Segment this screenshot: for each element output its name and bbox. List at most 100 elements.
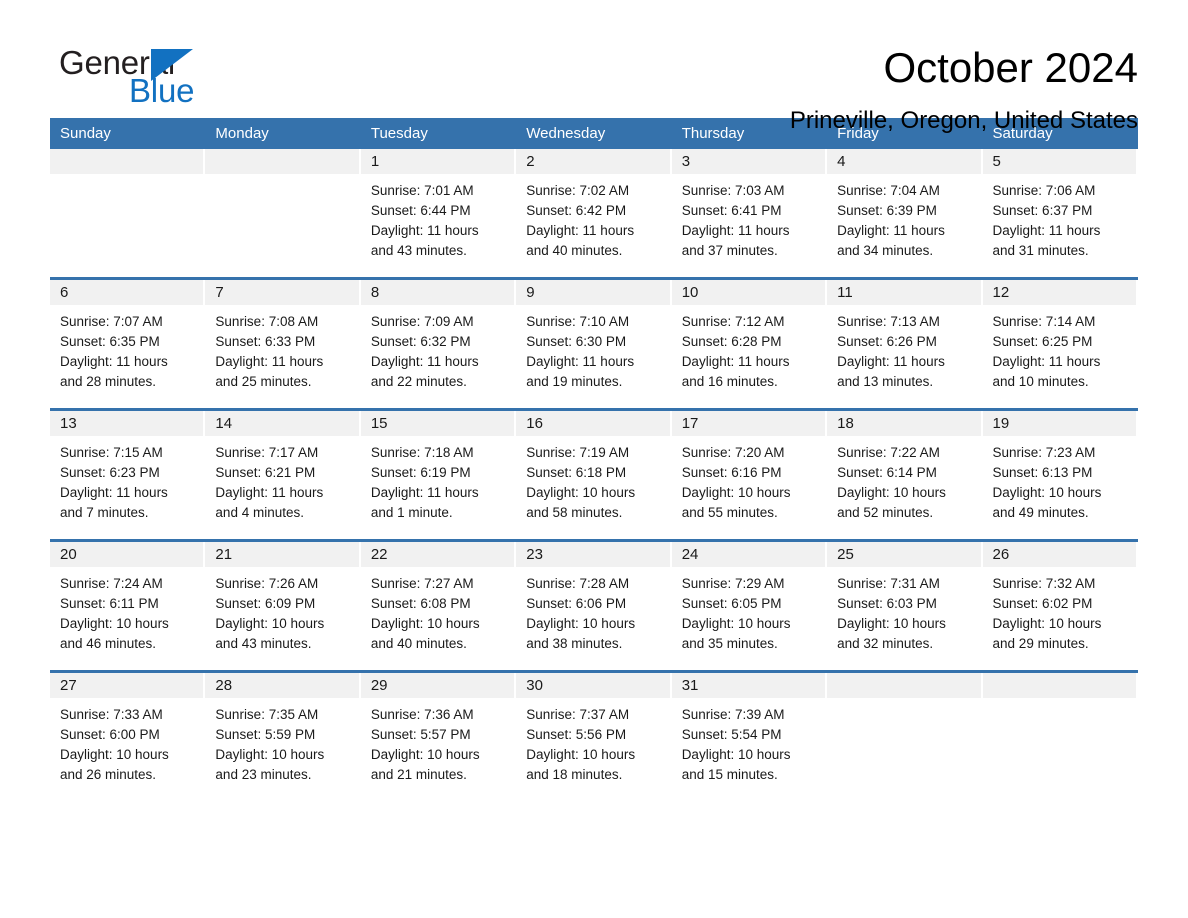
calendar-day-cell[interactable]: 11 Sunrise: 7:13 AM Sunset: 6:26 PM Dayligh…	[827, 280, 982, 408]
calendar-day-cell[interactable]: 5 Sunrise: 7:06 AM Sunset: 6:37 PM Daylight…	[982, 149, 1138, 277]
calendar-day-cell[interactable]: 29 Sunrise: 7:36 AM Sunset: 5:57 PM Dayligh…	[360, 673, 516, 801]
day-number: 2	[526, 153, 535, 170]
day-details: Sunrise: 7:08 AM Sunset: 6:33 PM Daylight:…	[205, 305, 360, 408]
day-number-band	[827, 673, 981, 698]
sunrise-text: Sunrise: 7:31 AM	[837, 576, 940, 591]
weekday-header-row: Sunday Monday Tuesday Wednesday Thursday Frid…	[50, 118, 1138, 149]
sunset-text: Sunset: 6:06 PM	[526, 596, 627, 611]
sunset-text: Sunset: 6:05 PM	[681, 596, 782, 611]
daylight-text: Daylight: 11 hours	[992, 223, 1101, 238]
sunset-text: Sunset: 5:54 PM	[681, 727, 782, 742]
daylight-text-cont: and 18 minutes.	[526, 767, 623, 782]
day-number-band: 1	[360, 149, 515, 174]
calendar-day-cell[interactable]: 18 Sunrise: 7:22 AM Sunset: 6:14 PM Dayligh…	[827, 411, 982, 539]
weekday-header-wednesday: Wednesday	[526, 125, 606, 142]
day-number: 12	[992, 284, 1010, 301]
calendar-day-cell[interactable]: 8 Sunrise: 7:09 AM Sunset: 6:32 PM Daylight…	[360, 280, 516, 408]
day-number-band: 13	[50, 411, 204, 436]
day-number: 5	[992, 153, 1001, 170]
daylight-text-cont: and 23 minutes.	[215, 767, 312, 782]
calendar-day-cell[interactable]: 25 Sunrise: 7:31 AM Sunset: 6:03 PM Dayligh…	[827, 542, 982, 670]
calendar-day-cell[interactable]: 21 Sunrise: 7:26 AM Sunset: 6:09 PM Dayligh…	[205, 542, 360, 670]
day-number: 31	[681, 677, 699, 694]
day-details: Sunrise: 7:31 AM Sunset: 6:03 PM Daylight:…	[827, 567, 982, 670]
calendar-day-cell[interactable]: 19 Sunrise: 7:23 AM Sunset: 6:13 PM Dayligh…	[982, 411, 1138, 539]
calendar-day-cell[interactable]: 1 Sunrise: 7:01 AM Sunset: 6:44 PM Daylight…	[360, 149, 516, 277]
daylight-text-cont: and 25 minutes.	[215, 374, 312, 389]
sunrise-text: Sunrise: 7:23 AM	[992, 445, 1096, 460]
calendar-day-cell[interactable]: 14 Sunrise: 7:17 AM Sunset: 6:21 PM Dayligh…	[205, 411, 360, 539]
calendar-day-cell[interactable]: 17 Sunrise: 7:20 AM Sunset: 6:16 PM Dayligh…	[671, 411, 827, 539]
calendar-day-cell[interactable]: 20 Sunrise: 7:24 AM Sunset: 6:11 PM Dayligh…	[50, 542, 205, 670]
calendar-day-cell[interactable]: 27 Sunrise: 7:33 AM Sunset: 6:00 PM Dayligh…	[50, 673, 205, 801]
calendar-day-cell[interactable]: 26 Sunrise: 7:32 AM Sunset: 6:02 PM Dayligh…	[982, 542, 1138, 670]
day-number-band: 23	[516, 542, 670, 567]
calendar-day-cell[interactable]: 3 Sunrise: 7:03 AM Sunset: 6:41 PM Daylight…	[671, 149, 827, 277]
day-number: 15	[370, 415, 388, 432]
daylight-text-cont: and 43 minutes.	[215, 636, 312, 651]
sunset-text: Sunset: 6:08 PM	[370, 596, 471, 611]
calendar-day-cell[interactable]: 31 Sunrise: 7:39 AM Sunset: 5:54 PM Dayligh…	[671, 673, 827, 801]
daylight-text-cont: and 13 minutes.	[837, 374, 934, 389]
calendar-day-cell[interactable]: 13 Sunrise: 7:15 AM Sunset: 6:23 PM Dayligh…	[50, 411, 205, 539]
day-number-band: 26	[982, 542, 1136, 567]
sunset-text: Sunset: 6:21 PM	[215, 465, 316, 480]
week-cells: 27 Sunrise: 7:33 AM Sunset: 6:00 PM Dayligh…	[50, 673, 1138, 801]
daylight-text-cont: and 55 minutes.	[681, 505, 778, 520]
sunrise-text: Sunrise: 7:32 AM	[992, 576, 1096, 591]
day-number-band: 29	[360, 673, 515, 698]
calendar-day-cell[interactable]: 28 Sunrise: 7:35 AM Sunset: 5:59 PM Dayligh…	[205, 673, 360, 801]
day-number: 10	[681, 284, 699, 301]
day-number: 22	[370, 546, 388, 563]
calendar-day-cell[interactable]: 4 Sunrise: 7:04 AM Sunset: 6:39 PM Daylight…	[827, 149, 982, 277]
daylight-text-cont: and 26 minutes.	[60, 767, 157, 782]
calendar-day-cell[interactable]: 9 Sunrise: 7:10 AM Sunset: 6:30 PM Daylight…	[516, 280, 671, 408]
day-number: 25	[837, 546, 854, 563]
calendar-cell-empty	[205, 149, 360, 277]
day-number-band: 21	[205, 542, 359, 567]
day-number: 19	[992, 415, 1010, 432]
daylight-text-cont: and 22 minutes.	[370, 374, 467, 389]
daylight-text-cont: and 4 minutes.	[215, 505, 304, 520]
daylight-text-cont: and 21 minutes.	[370, 767, 467, 782]
day-number: 18	[837, 415, 854, 432]
sunset-text: Sunset: 6:19 PM	[370, 465, 471, 480]
calendar-day-cell[interactable]: 16 Sunrise: 7:19 AM Sunset: 6:18 PM Dayligh…	[516, 411, 671, 539]
day-number: 8	[370, 284, 380, 301]
day-details: Sunrise: 7:35 AM Sunset: 5:59 PM Daylight:…	[205, 698, 360, 801]
calendar-day-cell[interactable]: 23 Sunrise: 7:28 AM Sunset: 6:06 PM Dayligh…	[516, 542, 671, 670]
calendar-day-cell[interactable]: 30 Sunrise: 7:37 AM Sunset: 5:56 PM Dayligh…	[516, 673, 671, 801]
calendar-day-cell[interactable]: 15 Sunrise: 7:18 AM Sunset: 6:19 PM Dayligh…	[360, 411, 516, 539]
calendar-day-cell[interactable]: 22 Sunrise: 7:27 AM Sunset: 6:08 PM Dayligh…	[360, 542, 516, 670]
daylight-text-cont: and 46 minutes.	[60, 636, 157, 651]
daylight-text: Daylight: 10 hours	[837, 616, 946, 631]
day-details	[50, 174, 205, 269]
day-details: Sunrise: 7:04 AM Sunset: 6:39 PM Daylight:…	[827, 174, 982, 277]
day-number-band: 28	[205, 673, 359, 698]
calendar-week-row: 1 Sunrise: 7:01 AM Sunset: 6:44 PM Daylight…	[50, 149, 1138, 277]
generalblue-logo[interactable]: General Blue	[50, 44, 200, 108]
day-number: 7	[215, 284, 224, 301]
day-number: 27	[60, 677, 77, 694]
calendar-day-cell[interactable]: 7 Sunrise: 7:08 AM Sunset: 6:33 PM Daylight…	[205, 280, 360, 408]
day-details: Sunrise: 7:01 AM Sunset: 6:44 PM Daylight:…	[361, 174, 516, 277]
sunrise-text: Sunrise: 7:09 AM	[370, 314, 474, 329]
weekday-header-saturday: Saturday	[992, 125, 1053, 142]
calendar-day-cell[interactable]: 12 Sunrise: 7:14 AM Sunset: 6:25 PM Dayligh…	[982, 280, 1138, 408]
sunset-text: Sunset: 6:09 PM	[215, 596, 316, 611]
calendar-day-cell[interactable]: 2 Sunrise: 7:02 AM Sunset: 6:42 PM Daylight…	[516, 149, 671, 277]
sunset-text: Sunset: 5:56 PM	[526, 727, 627, 742]
sunset-text: Sunset: 6:37 PM	[992, 203, 1093, 218]
page-header: General Blue October 2024 Prineville, Or…	[50, 0, 1138, 134]
calendar-week-row: 20 Sunrise: 7:24 AM Sunset: 6:11 PM Dayligh…	[50, 539, 1138, 670]
day-number-band: 20	[50, 542, 204, 567]
sunset-text: Sunset: 6:03 PM	[837, 596, 937, 611]
day-number: 3	[681, 153, 691, 170]
calendar-day-cell[interactable]: 24 Sunrise: 7:29 AM Sunset: 6:05 PM Dayligh…	[671, 542, 827, 670]
weekday-header-sunday: Sunday	[60, 125, 111, 142]
calendar-day-cell[interactable]: 6 Sunrise: 7:07 AM Sunset: 6:35 PM Daylight…	[50, 280, 205, 408]
day-number-band: 12	[982, 280, 1136, 305]
calendar-day-cell[interactable]: 10 Sunrise: 7:12 AM Sunset: 6:28 PM Dayligh…	[671, 280, 827, 408]
calendar-week-row: 6 Sunrise: 7:07 AM Sunset: 6:35 PM Daylight…	[50, 277, 1138, 408]
day-details: Sunrise: 7:06 AM Sunset: 6:37 PM Daylight:…	[983, 174, 1138, 277]
